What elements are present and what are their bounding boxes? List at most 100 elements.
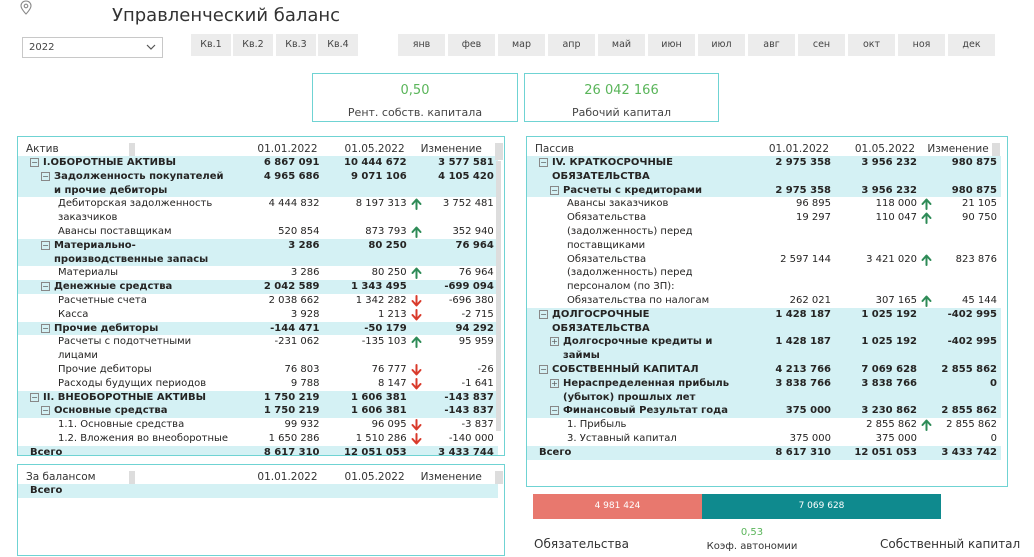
table-row[interactable]: Всего 8 617 310 12 051 053 3 433 742 [527, 445, 1007, 460]
month-button-nov[interactable]: ноя [898, 34, 945, 56]
collapse-icon[interactable]: − [41, 323, 50, 333]
table-row[interactable]: Обязательства по налогам 262 021 307 165 45… [527, 294, 1007, 308]
collapse-icon[interactable]: − [30, 158, 39, 167]
value-2022-05-01: 1 606 381 [323, 390, 411, 405]
arrow-up-icon [921, 212, 932, 225]
table-row[interactable]: − Задолженность покупателей и прочие деби… [18, 169, 504, 198]
table-row[interactable]: + Долгосрочные кредиты и займы 1 428 187 1 … [527, 335, 1007, 363]
liabilities-scrollbar-top[interactable] [992, 143, 1000, 156]
value-2022-01-01: 2 975 358 [743, 183, 835, 198]
table-row[interactable]: − Основные средства 1 750 219 1 606 381 -143… [18, 404, 504, 419]
table-row[interactable]: − I.ОБОРОТНЫЕ АКТИВЫ 6 867 091 10 444 672 3 … [18, 156, 504, 170]
row-label-cell: + Нераспределенная прибыль (убыток) прошл… [527, 376, 743, 405]
collapse-icon[interactable]: − [41, 171, 50, 181]
table-row[interactable]: Расчетные счета 2 038 662 1 342 282 -696 38… [18, 294, 504, 308]
table-row[interactable]: + Нераспределенная прибыль (убыток) прошл… [527, 376, 1007, 405]
table-row[interactable]: Материалы 3 286 80 250 76 964 [18, 266, 504, 280]
month-button-mar[interactable]: мар [498, 34, 545, 56]
table-row[interactable]: − Финансовый Результат года 375 000 3 230 8… [527, 404, 1007, 419]
quarter-button-q1[interactable]: Кв.1 [191, 34, 231, 56]
table-row[interactable]: − Материально-производственные запасы 3 28… [18, 238, 504, 267]
table-row[interactable]: 1.1. Основные средства 99 932 96 095 -3 837 [18, 418, 504, 432]
offbalance-header-label: За балансом [26, 470, 96, 483]
value-2022-01-01: 4 444 832 [268, 198, 320, 210]
month-button-jul[interactable]: июл [698, 34, 745, 56]
table-row[interactable]: − Расчеты с кредиторами 2 975 358 3 956 232… [527, 183, 1007, 198]
quarter-button-q4[interactable]: Кв.4 [318, 34, 358, 56]
offbalance-column-resize-handle[interactable] [129, 471, 135, 484]
quarter-button-q2[interactable]: Кв.2 [233, 34, 273, 56]
month-button-sep[interactable]: сен [798, 34, 845, 56]
month-button-may[interactable]: май [598, 34, 645, 56]
collapse-icon[interactable]: − [41, 282, 50, 292]
table-row[interactable]: Обязательства (задолженность) перед перс… [527, 253, 1007, 294]
trend-cell [921, 211, 935, 252]
table-row[interactable]: Прочие дебиторы 76 803 76 777 -26 [18, 363, 504, 377]
month-button-apr[interactable]: апр [548, 34, 595, 56]
value-change: 823 876 [955, 253, 998, 265]
expand-icon[interactable]: + [550, 337, 559, 347]
table-row[interactable]: − ДОЛГОСРОЧНЫЕ ОБЯЗАТЕЛЬСТВА 1 428 187 1 02… [527, 307, 1007, 336]
year-dropdown[interactable]: 2022 [22, 37, 163, 58]
collapse-icon[interactable]: − [539, 158, 548, 167]
value-2022-05-01: 12 051 053 [835, 445, 921, 460]
table-row[interactable]: − IV. КРАТКОСРОЧНЫЕ ОБЯЗАТЕЛЬСТВА 2 975 35… [527, 156, 1007, 184]
collapse-icon[interactable]: − [539, 309, 548, 319]
table-row[interactable]: Касса 3 928 1 213 -2 715 [18, 308, 504, 322]
value-2022-05-01: 3 838 766 [835, 376, 921, 405]
value-2022-05-01: 1 510 286 [355, 432, 407, 444]
table-row[interactable]: − СОБСТВЕННЫЙ КАПИТАЛ 4 213 766 7 069 628 2 … [527, 362, 1007, 377]
quarter-button-q3[interactable]: Кв.3 [276, 34, 316, 56]
value-2022-05-01: 1 025 192 [835, 307, 921, 336]
table-row[interactable]: Всего 8 617 310 12 051 053 3 433 744 [18, 445, 504, 455]
table-row[interactable]: Авансы поставщикам 520 854 873 793 352 940 [18, 225, 504, 239]
month-button-feb[interactable]: фев [448, 34, 495, 56]
table-row[interactable]: 3. Уставный капитал 375 000 375 000 0 [527, 432, 1007, 446]
trend-cell [411, 294, 427, 308]
month-button-oct[interactable]: окт [848, 34, 895, 56]
row-spacer [1001, 197, 1007, 211]
table-row[interactable]: Обязательства (задолженность) перед пост… [527, 211, 1007, 252]
table-row[interactable]: Авансы заказчиков 96 895 118 000 21 105 [527, 197, 1007, 211]
month-button-aug[interactable]: авг [748, 34, 795, 56]
value-2022-05-01: 110 047 [875, 212, 917, 224]
collapse-icon[interactable]: − [30, 392, 39, 402]
table-row[interactable]: − Прочие дебиторы -144 471 -50 179 94 292 [18, 321, 504, 336]
arrow-up-icon [411, 336, 422, 349]
value-change: 4 105 420 [427, 169, 498, 198]
collapse-icon[interactable]: − [550, 185, 559, 195]
value-2022-05-01: 3 230 862 [835, 404, 921, 419]
assets-scrollbar[interactable] [496, 161, 501, 431]
month-button-jun[interactable]: июн [648, 34, 695, 56]
collapse-icon[interactable]: − [41, 406, 50, 416]
table-row[interactable]: − II. ВНЕОБОРОТНЫЕ АКТИВЫ 1 750 219 1 606 3… [18, 390, 504, 405]
row-label: Авансы заказчиков [567, 198, 669, 210]
value-2022-01-01: 1 428 187 [743, 335, 835, 363]
table-row[interactable]: 1.2. Вложения во внеоборотные 1 650 286 1 … [18, 432, 504, 446]
arrow-down-icon [411, 377, 422, 390]
value-change: -143 837 [427, 404, 498, 419]
table-row[interactable]: Дебиторская задолженность заказчиков 4 44… [18, 197, 504, 225]
month-button-jan[interactable]: янв [398, 34, 445, 56]
trend-cell [410, 390, 428, 405]
assets-column-resize-handle[interactable] [129, 143, 135, 156]
offbalance-scrollbar-top[interactable] [495, 471, 503, 484]
trend-cell [410, 169, 428, 198]
expand-icon[interactable]: + [550, 378, 559, 388]
month-button-dec[interactable]: дек [948, 34, 995, 56]
assets-scrollbar-top[interactable] [495, 143, 503, 160]
collapse-icon[interactable]: − [539, 364, 548, 374]
collapse-icon[interactable]: − [41, 240, 50, 250]
table-row[interactable]: Всего [18, 484, 504, 498]
value-2022-05-01: 1 342 282 [355, 294, 407, 306]
table-row[interactable]: 1. Прибыль 2 855 862 2 855 862 [527, 418, 1007, 432]
collapse-icon[interactable]: − [550, 406, 559, 416]
kpi-card-working-capital: 26 042 166 Рабочий капитал [524, 73, 719, 122]
row-label-cell: Всего [18, 445, 238, 455]
liabilities-table: Пассив 01.01.2022 01.05.2022 Изменение −… [527, 137, 1007, 460]
table-row[interactable]: Расходы будущих периодов 9 788 8 147 -1 641 [18, 377, 504, 391]
table-row[interactable]: − Денежные средства 2 042 589 1 343 495 -699… [18, 280, 504, 294]
row-label-cell: − Основные средства [18, 404, 238, 419]
table-row[interactable]: Расчеты с подотчетными лицами -231 062 -13… [18, 335, 504, 363]
row-label-cell: Авансы заказчиков [527, 197, 743, 211]
